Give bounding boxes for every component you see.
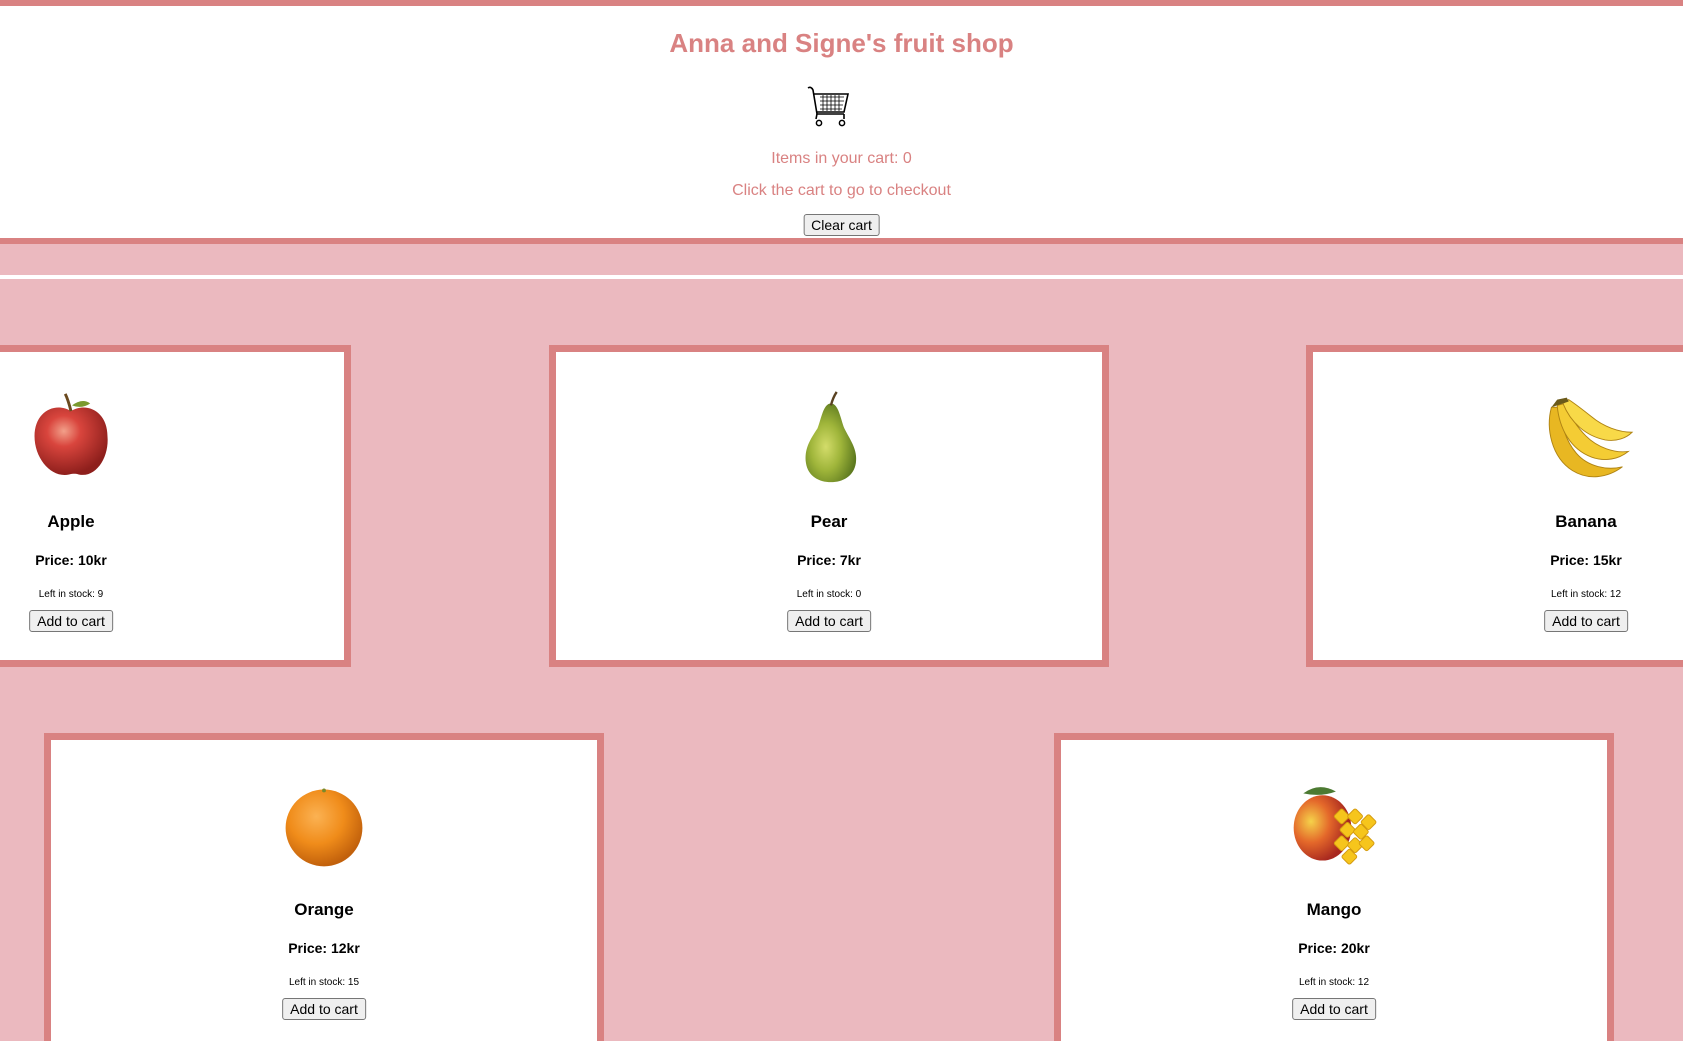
clear-cart-button[interactable]: Clear cart xyxy=(803,214,880,236)
orange-icon xyxy=(285,788,363,867)
shop-header: Anna and Signe's fruit shop Items in you… xyxy=(0,0,1683,244)
banana-icon xyxy=(1548,397,1634,478)
product-stock: Left in stock: 9 xyxy=(38,589,104,600)
product-card-orange: Orange Price: 12kr Left in stock: 15 Add… xyxy=(44,733,604,1041)
add-to-cart-button[interactable]: Add to cart xyxy=(29,610,113,632)
section-divider xyxy=(0,275,1683,279)
product-card-apple: Apple Price: 10kr Left in stock: 9 Add t… xyxy=(0,345,351,667)
product-price: Price: 15kr xyxy=(1550,552,1622,568)
product-stock: Left in stock: 0 xyxy=(796,589,862,600)
product-stock: Left in stock: 12 xyxy=(1550,589,1622,600)
cart-count-text: Items in your cart: 0 xyxy=(771,150,912,167)
product-name: Mango xyxy=(1306,900,1362,919)
product-name: Pear xyxy=(810,512,848,531)
product-price: Price: 12kr xyxy=(288,940,360,956)
fruit-shop-page: Anna and Signe's fruit shop Items in you… xyxy=(0,0,1683,1041)
add-to-cart-button[interactable]: Add to cart xyxy=(1292,998,1376,1020)
apple-icon xyxy=(34,393,108,475)
mango-icon xyxy=(1293,787,1377,865)
add-to-cart-button[interactable]: Add to cart xyxy=(1544,610,1628,632)
product-card-banana: Banana Price: 15kr Left in stock: 12 Add… xyxy=(1306,345,1683,667)
product-card-mango: Mango Price: 20kr Left in stock: 12 Add … xyxy=(1054,733,1614,1041)
checkout-hint-text: Click the cart to go to checkout xyxy=(732,182,951,199)
pear-icon xyxy=(805,391,857,483)
product-stock: Left in stock: 12 xyxy=(1298,977,1370,988)
product-name: Orange xyxy=(294,900,354,919)
product-price: Price: 10kr xyxy=(35,552,107,568)
product-name: Banana xyxy=(1555,512,1617,531)
shopping-cart-icon[interactable] xyxy=(804,82,852,130)
page-title: Anna and Signe's fruit shop xyxy=(669,28,1014,58)
add-to-cart-button[interactable]: Add to cart xyxy=(282,998,366,1020)
add-to-cart-button[interactable]: Add to cart xyxy=(787,610,871,632)
product-card-pear: Pear Price: 7kr Left in stock: 0 Add to … xyxy=(549,345,1109,667)
product-stock: Left in stock: 15 xyxy=(288,977,360,988)
product-price: Price: 7kr xyxy=(797,552,861,568)
product-price: Price: 20kr xyxy=(1298,940,1370,956)
product-name: Apple xyxy=(47,512,95,531)
